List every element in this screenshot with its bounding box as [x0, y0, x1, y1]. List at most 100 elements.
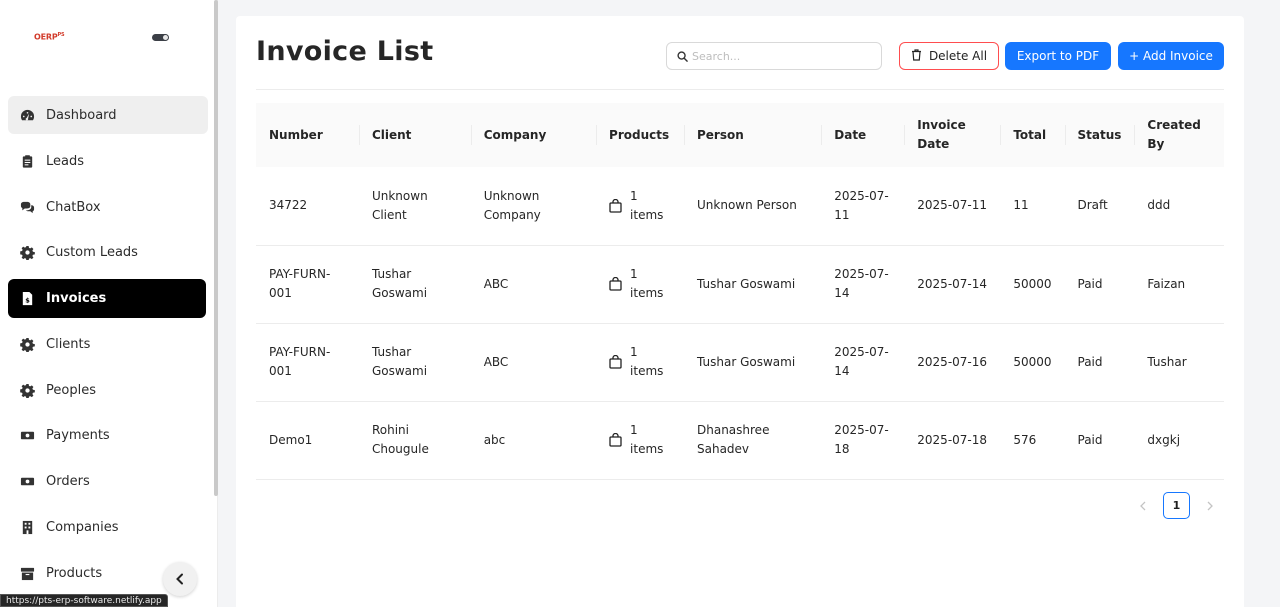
export-pdf-button[interactable]: Export to PDF [1005, 42, 1111, 70]
table-row[interactable]: Demo1 Rohini Chougule abc 1 items Dhanas… [256, 401, 1224, 479]
cell-date: 2025-07-18 [834, 423, 889, 456]
sidebar: OERPPS Dashboard Leads ChatBox Custom Le… [0, 0, 218, 607]
sidebar-item-companies[interactable]: Companies [8, 508, 206, 546]
cell-number: PAY-FURN-001 [269, 267, 331, 300]
cell-total: 50000 [1013, 354, 1052, 369]
sidebar-item-label: Dashboard [46, 107, 117, 123]
delete-all-label: Delete All [928, 49, 988, 63]
shopping-bag-icon [609, 355, 622, 369]
cell-client: Unknown Client [371, 188, 428, 222]
cell-created-by: ddd [1147, 198, 1171, 213]
cell-number: Demo1 [269, 432, 313, 447]
table-row[interactable]: 34722 Unknown Client Unknown Company 1 i… [256, 167, 1224, 245]
gear-icon [20, 337, 35, 352]
theme-toggle[interactable] [152, 34, 169, 41]
cell-products: 1 items [596, 323, 684, 401]
table-header-row: Number Client Company Products Person Da… [256, 103, 1224, 167]
cell-status: Draft [1077, 198, 1108, 213]
sidebar-item-peoples[interactable]: Peoples [8, 371, 206, 409]
column-header-invoice-date[interactable]: Invoice Date [904, 103, 1000, 167]
sidebar-item-label: ChatBox [46, 199, 101, 215]
cell-products: 1 items [596, 167, 684, 245]
column-header-products[interactable]: Products [596, 103, 684, 167]
sidebar-item-chatbox[interactable]: ChatBox [8, 188, 206, 226]
sidebar-item-leads[interactable]: Leads [8, 142, 206, 180]
sidebar-scrollbar[interactable] [214, 0, 218, 496]
sidebar-item-dashboard[interactable]: Dashboard [8, 96, 208, 134]
products-count: 1 items [630, 267, 664, 300]
chevron-left-icon [1140, 501, 1146, 510]
sidebar-item-invoices[interactable]: $ Invoices [8, 279, 206, 318]
next-page-button[interactable] [1203, 499, 1217, 513]
pagination: 1 [1136, 492, 1217, 519]
sidebar-item-payments[interactable]: Payments [8, 416, 206, 454]
column-header-person[interactable]: Person [684, 103, 821, 167]
shopping-bag-icon [609, 198, 622, 213]
sidebar-item-label: Products [46, 565, 103, 581]
cell-person: Unknown Person [697, 198, 797, 213]
cell-products: 1 items [596, 245, 684, 323]
trash-icon [911, 48, 929, 64]
cell-status: Paid [1077, 432, 1103, 447]
page-title: Invoice List [256, 36, 434, 67]
table-row[interactable]: PAY-FURN-001 Tushar Goswami ABC 1 items … [256, 323, 1224, 401]
column-header-company[interactable]: Company [470, 103, 596, 167]
page-right-margin [1258, 0, 1280, 607]
app-logo[interactable]: OERPPS [34, 32, 65, 42]
collapse-sidebar-button[interactable] [163, 562, 197, 596]
search-input[interactable] [692, 49, 872, 63]
prev-page-button[interactable] [1136, 499, 1150, 513]
cell-created-by: Faizan [1147, 276, 1186, 291]
sidebar-item-label: Custom Leads [46, 244, 138, 260]
sidebar-item-label: Payments [46, 427, 110, 443]
cell-number: PAY-FURN-001 [269, 345, 331, 378]
cell-date: 2025-07-14 [834, 345, 889, 378]
cell-date: 2025-07-11 [834, 188, 889, 222]
cell-company: abc [483, 432, 506, 447]
delete-all-button[interactable]: Delete All [899, 42, 999, 70]
sidebar-item-custom-leads[interactable]: Custom Leads [8, 233, 206, 271]
column-header-date[interactable]: Date [821, 103, 904, 167]
sidebar-item-orders[interactable]: Orders [8, 462, 206, 500]
column-header-client[interactable]: Client [358, 103, 471, 167]
sidebar-item-clients[interactable]: Clients [8, 325, 206, 363]
add-invoice-button[interactable]: + Add Invoice [1118, 42, 1224, 70]
cell-client: Rohini Chougule [371, 423, 429, 456]
cell-person: Tushar Goswami [697, 354, 796, 369]
chevron-right-icon [1207, 501, 1213, 510]
search-box[interactable] [666, 42, 882, 70]
column-header-status[interactable]: Status [1064, 103, 1135, 167]
products-count: 1 items [630, 188, 664, 222]
chevron-left-icon [174, 570, 186, 589]
cell-total: 11 [1013, 198, 1029, 213]
cell-client: Tushar Goswami [371, 267, 428, 300]
cell-number: 34722 [269, 198, 308, 213]
building-icon [20, 520, 35, 535]
money-icon [20, 474, 35, 489]
cell-total: 576 [1013, 432, 1037, 447]
page-number-button[interactable]: 1 [1163, 492, 1190, 519]
shopping-bag-icon [609, 277, 622, 291]
header-divider [256, 89, 1224, 90]
column-header-number[interactable]: Number [256, 103, 359, 167]
clipboard-icon [20, 154, 35, 169]
table-row[interactable]: PAY-FURN-001 Tushar Goswami ABC 1 items … [256, 245, 1224, 323]
column-header-created-by[interactable]: Created By [1134, 103, 1224, 167]
cell-created-by: Tushar [1147, 354, 1187, 369]
cell-person: Tushar Goswami [697, 276, 796, 291]
shopping-bag-icon [609, 433, 622, 447]
invoice-list-card: Invoice List Delete All Export to PDF + … [236, 16, 1244, 607]
cell-invoice-date: 2025-07-11 [917, 198, 988, 213]
search-icon [677, 47, 688, 66]
cell-company: ABC [483, 354, 509, 369]
sidebar-item-label: Orders [46, 473, 90, 489]
column-header-total[interactable]: Total [1000, 103, 1064, 167]
sidebar-item-label: Leads [46, 153, 85, 169]
sidebar-item-label: Peoples [46, 382, 96, 398]
money-icon [20, 428, 35, 443]
cell-status: Paid [1077, 276, 1103, 291]
svg-text:$: $ [25, 296, 30, 304]
status-url-tooltip: https://pts-erp-software.netlify.app [0, 594, 168, 607]
cell-client: Tushar Goswami [371, 345, 428, 378]
invoice-icon: $ [20, 291, 35, 306]
